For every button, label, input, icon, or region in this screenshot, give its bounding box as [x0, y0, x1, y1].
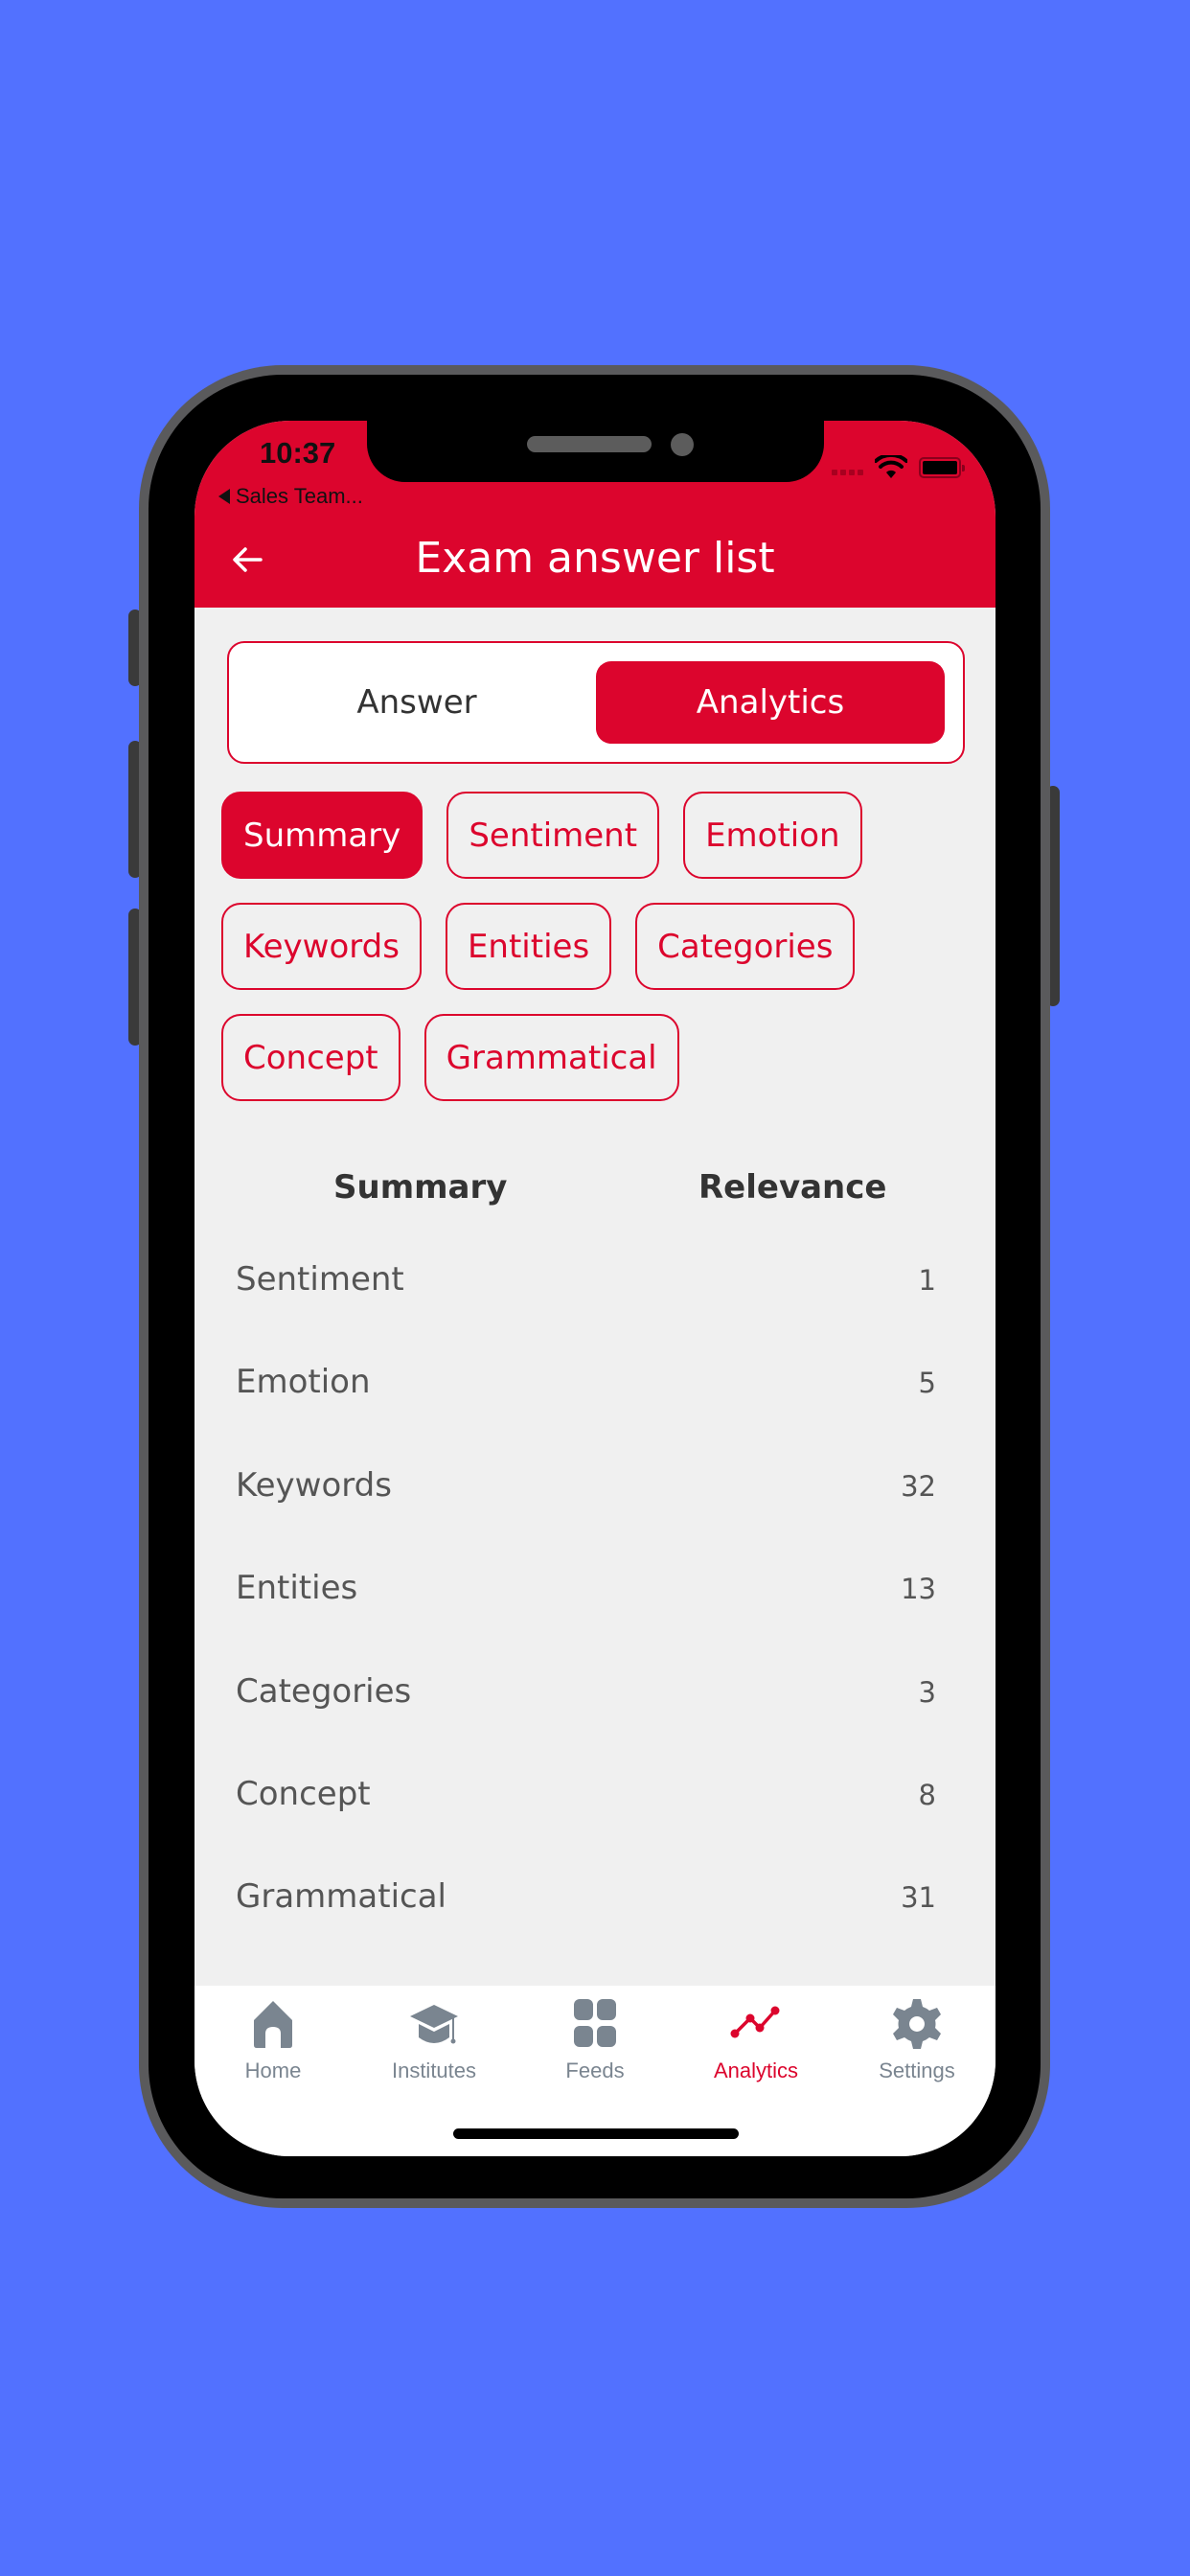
back-triangle-icon	[218, 489, 230, 504]
row-label: Emotion	[236, 1363, 371, 1402]
table-row: Grammatical 31	[195, 1868, 995, 1970]
row-value: 31	[901, 1881, 936, 1915]
chip-grammatical[interactable]: Grammatical	[423, 1014, 679, 1101]
battery-icon	[919, 457, 965, 478]
table-header: Summary Relevance	[195, 1168, 995, 1216]
speaker	[527, 436, 652, 452]
analysis-filter-chips: Summary Sentiment Emotion Keywords Entit…	[221, 792, 969, 1101]
row-value: 8	[918, 1778, 936, 1811]
row-value: 13	[901, 1573, 936, 1606]
table-row: Categories 3	[195, 1663, 995, 1765]
tab-institutes-label: Institutes	[391, 2058, 477, 2082]
chip-emotion[interactable]: Emotion	[683, 792, 862, 879]
tab-analytics-nav-label: Analytics	[713, 2058, 799, 2082]
table-row: Sentiment 1	[195, 1251, 995, 1353]
notch	[367, 421, 824, 482]
row-label: Keywords	[236, 1465, 392, 1505]
front-camera	[671, 433, 694, 456]
row-label: Sentiment	[236, 1260, 404, 1299]
status-time: 10:37	[260, 436, 336, 470]
back-to-app-link[interactable]: Sales Team...	[218, 484, 363, 509]
gear-icon	[893, 1999, 941, 2049]
analytics-line-icon	[730, 2006, 780, 2038]
graduation-cap-icon	[410, 2005, 458, 2044]
chip-entities[interactable]: Entities	[445, 903, 612, 990]
chip-keywords[interactable]: Keywords	[221, 903, 422, 990]
column-header-summary: Summary	[333, 1168, 508, 1207]
chip-sentiment[interactable]: Sentiment	[446, 792, 660, 879]
home-indicator[interactable]	[453, 2128, 739, 2139]
table-row: Emotion 5	[195, 1353, 995, 1456]
grid-icon	[574, 1999, 616, 2047]
tab-home-label: Home	[244, 2058, 302, 2082]
chip-concept[interactable]: Concept	[221, 1014, 400, 1101]
row-value: 32	[901, 1469, 936, 1503]
table-row: Concept 8	[195, 1765, 995, 1868]
tab-analytics[interactable]: Analytics	[596, 661, 945, 744]
tab-institutes[interactable]: Institutes	[354, 1997, 515, 2083]
row-label: Categories	[236, 1671, 412, 1711]
chip-summary[interactable]: Summary	[221, 792, 423, 879]
row-value: 5	[918, 1367, 936, 1400]
table-row: Keywords 32	[195, 1457, 995, 1559]
chip-categories[interactable]: Categories	[635, 903, 856, 990]
tab-feeds[interactable]: Feeds	[515, 1997, 675, 2083]
row-label: Concept	[236, 1774, 371, 1813]
row-label: Entities	[236, 1569, 358, 1608]
row-label: Grammatical	[236, 1877, 446, 1917]
page-title: Exam answer list	[415, 534, 775, 583]
back-app-label: Sales Team...	[236, 484, 363, 508]
phone-screen: 10:37 Sales Team... Exam answer list Ans…	[195, 421, 995, 2156]
tab-answer[interactable]: Answer	[242, 661, 591, 744]
tab-home[interactable]: Home	[195, 1997, 354, 2083]
row-value: 3	[918, 1675, 936, 1709]
home-icon	[254, 2001, 292, 2048]
tab-feeds-label: Feeds	[565, 2058, 625, 2082]
app-header: 10:37 Sales Team... Exam answer list	[195, 421, 995, 608]
row-value: 1	[918, 1264, 936, 1297]
answer-analytics-segment: Answer Analytics	[227, 641, 965, 764]
column-header-relevance: Relevance	[698, 1168, 887, 1207]
status-icons	[832, 455, 965, 480]
tab-analytics-nav[interactable]: Analytics	[675, 1997, 836, 2083]
wifi-icon	[875, 455, 907, 478]
tab-settings-label: Settings	[879, 2058, 955, 2082]
tab-settings[interactable]: Settings	[836, 1997, 995, 2083]
table-row: Entities 13	[195, 1559, 995, 1662]
summary-table: Sentiment 1 Emotion 5 Keywords 32 Entiti…	[195, 1251, 995, 1971]
cellular-signal-icon	[832, 470, 863, 475]
